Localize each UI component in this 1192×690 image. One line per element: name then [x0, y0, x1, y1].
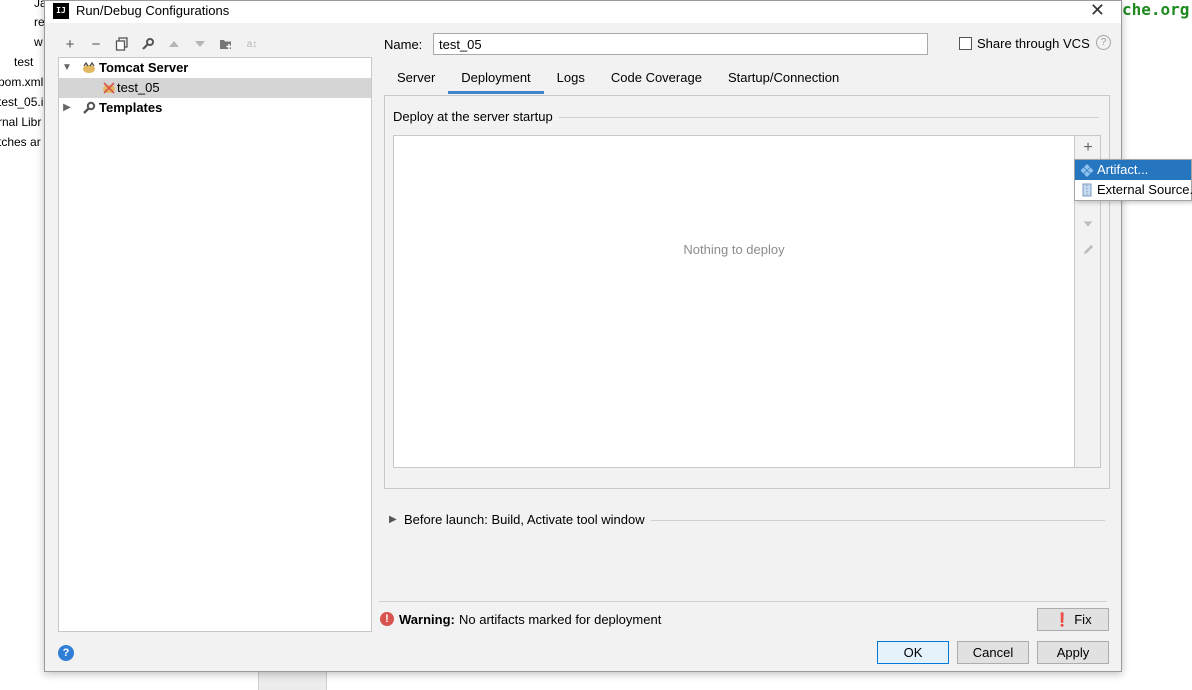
bg-tree-item: tches ar — [0, 135, 41, 149]
dialog-title: Run/Debug Configurations — [76, 3, 230, 18]
tab-logs[interactable]: Logs — [544, 64, 598, 94]
tab-code-coverage[interactable]: Code Coverage — [598, 64, 715, 94]
remove-config-button[interactable]: − — [85, 33, 107, 55]
apply-button[interactable]: Apply — [1037, 641, 1109, 664]
pencil-icon — [1083, 244, 1093, 255]
copy-config-button[interactable] — [111, 33, 133, 55]
menu-item-external-source[interactable]: External Source... — [1075, 180, 1192, 200]
add-deploy-popup: Artifact... External Source... — [1074, 159, 1192, 201]
move-into-folder-button[interactable] — [215, 33, 237, 55]
config-tabs: Server Deployment Logs Code Coverage Sta… — [384, 64, 852, 94]
background-strip — [258, 672, 327, 690]
chevron-right-icon[interactable]: ▶ — [389, 514, 397, 525]
title-bar: IJ Run/Debug Configurations ✕ — [45, 0, 1121, 23]
tomcat-error-icon — [103, 82, 115, 94]
fix-label: Fix — [1074, 612, 1092, 627]
move-down-deploy-button[interactable] — [1075, 216, 1101, 236]
add-deploy-button[interactable]: + — [1075, 138, 1101, 158]
copy-icon — [115, 37, 128, 51]
background-code-fragment: che.org — [1122, 0, 1190, 19]
tab-startup-connection[interactable]: Startup/Connection — [715, 64, 852, 94]
deployment-panel: Deploy at the server startup Nothing to … — [384, 95, 1110, 489]
help-icon[interactable]: ? — [58, 645, 74, 661]
name-label: Name: — [384, 37, 423, 52]
chevron-down-icon[interactable]: ▼ — [61, 58, 73, 78]
artifact-icon — [1080, 164, 1094, 177]
bulb-icon: ❗ — [1054, 612, 1071, 627]
warning-message: No artifacts marked for deployment — [459, 612, 662, 627]
bg-tree-item: w — [34, 35, 43, 49]
tree-label: Tomcat Server — [99, 60, 189, 75]
archive-icon — [1082, 183, 1092, 197]
bg-tree-item: pom.xml — [0, 75, 44, 89]
menu-item-label: External Source... — [1097, 182, 1192, 197]
tree-item-templates[interactable]: ▶ Templates — [59, 98, 371, 118]
tab-server[interactable]: Server — [384, 64, 448, 94]
wrench-icon — [142, 38, 154, 50]
bg-tree-item: test_05.in — [0, 95, 45, 109]
cancel-button[interactable]: Cancel — [957, 641, 1029, 664]
arrow-down-icon — [1083, 221, 1093, 227]
ok-button[interactable]: OK — [877, 641, 949, 664]
tree-item-tomcat-server[interactable]: ▼ Tomcat Server — [59, 58, 371, 78]
section-divider — [605, 520, 1105, 521]
add-config-button[interactable]: + — [59, 33, 81, 55]
chevron-right-icon[interactable]: ▶ — [61, 98, 73, 118]
move-down-button[interactable] — [189, 33, 211, 55]
menu-item-label: Artifact... — [1097, 162, 1149, 177]
wrench-icon — [83, 101, 96, 114]
deploy-section-title: Deploy at the server startup — [393, 109, 559, 124]
deploy-list[interactable]: Nothing to deploy — [393, 135, 1075, 468]
before-launch-toggle[interactable]: Before launch: Build, Activate tool wind… — [404, 512, 651, 527]
share-vcs-checkbox[interactable] — [959, 37, 972, 50]
intellij-logo-icon: IJ — [53, 3, 69, 19]
config-toolbar: + − a↕ — [59, 33, 263, 55]
bottom-divider — [379, 601, 1107, 602]
warning-label: Warning: — [399, 612, 455, 627]
background-project-tree: Ja re w test pom.xml test_05.in rnal Lib… — [0, 0, 45, 690]
share-vcs-label[interactable]: Share through VCS — [977, 36, 1090, 51]
arrow-up-icon — [169, 41, 179, 47]
close-icon[interactable]: ✕ — [1090, 0, 1105, 21]
tab-deployment[interactable]: Deployment — [448, 64, 544, 94]
fix-button[interactable]: ❗ Fix — [1037, 608, 1109, 631]
share-help-icon[interactable]: ? — [1096, 35, 1111, 50]
tree-label: test_05 — [117, 80, 160, 95]
move-up-button[interactable] — [163, 33, 185, 55]
edit-defaults-button[interactable] — [137, 33, 159, 55]
arrow-down-icon — [195, 41, 205, 47]
folder-icon — [220, 40, 232, 49]
tree-item-test-05[interactable]: test_05 — [59, 78, 371, 98]
menu-item-artifact[interactable]: Artifact... — [1075, 160, 1191, 180]
empty-state-text: Nothing to deploy — [683, 242, 785, 257]
bg-tree-item: rnal Libr — [0, 115, 42, 129]
config-tree: ▼ Tomcat Server test_05 ▶ Templates — [58, 57, 372, 632]
run-debug-dialog: IJ Run/Debug Configurations ✕ + − a↕ ▼ T… — [44, 0, 1122, 672]
tree-label: Templates — [99, 100, 163, 115]
sort-button[interactable]: a↕ — [241, 33, 263, 55]
name-input[interactable] — [433, 33, 928, 55]
bg-tree-item: test — [14, 55, 34, 69]
edit-deploy-button[interactable] — [1075, 242, 1101, 262]
warning-icon: ! — [380, 612, 394, 626]
tomcat-icon — [83, 61, 95, 73]
